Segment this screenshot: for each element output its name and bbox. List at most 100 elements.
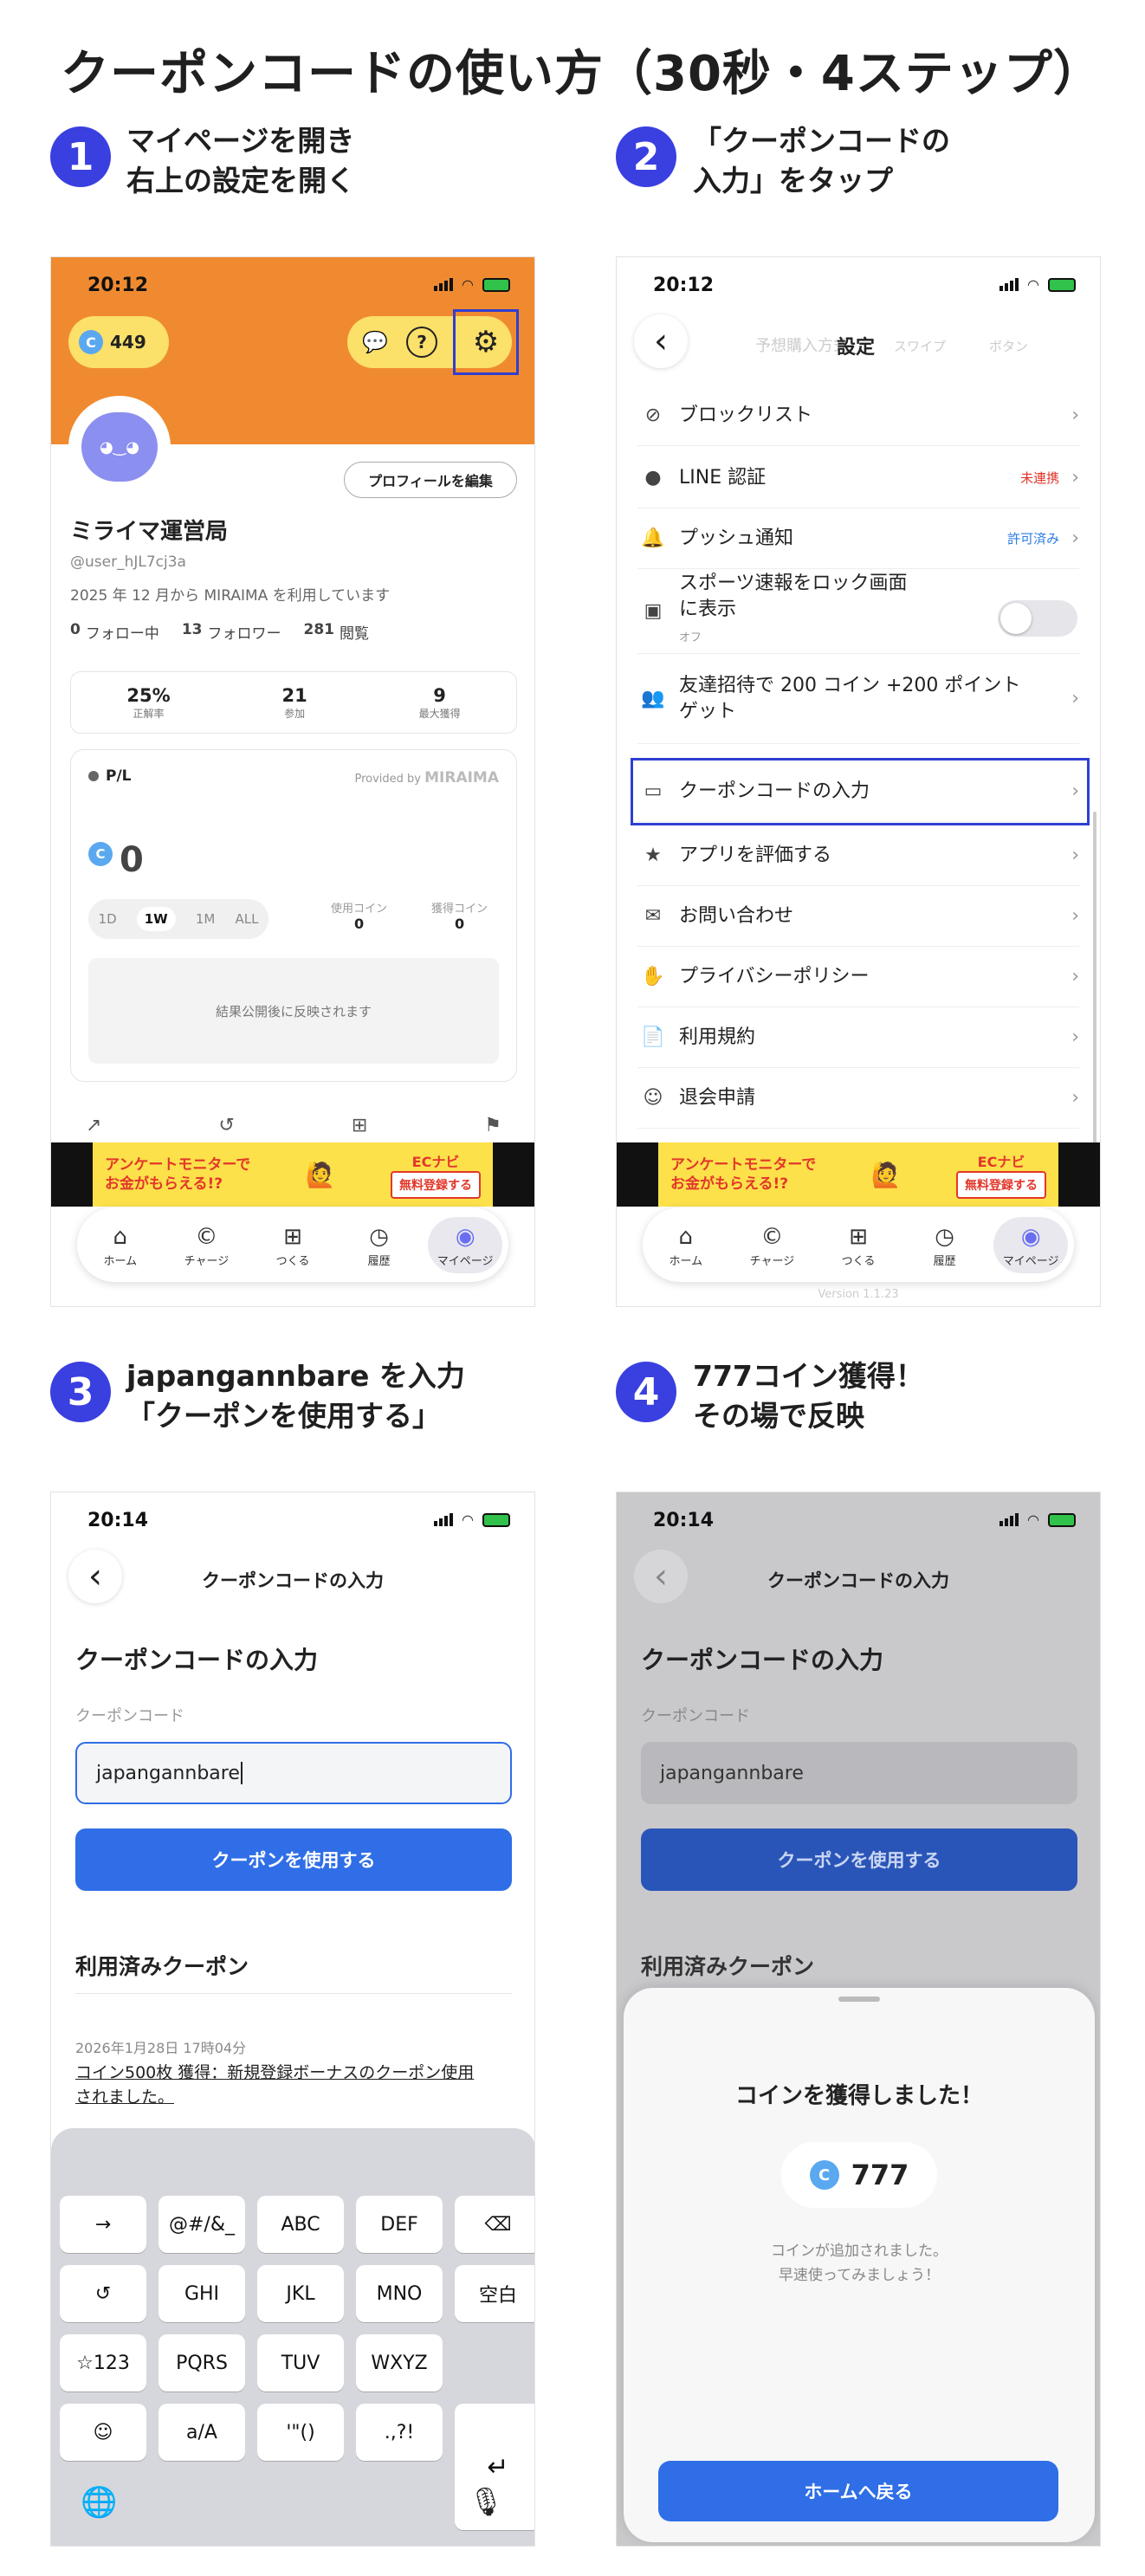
coupon-code-input[interactable]: japangannbare xyxy=(641,1742,1077,1804)
section-heading: クーポンコードの入力 xyxy=(641,1646,884,1674)
field-label: クーポンコード xyxy=(75,1707,184,1725)
earned-coins: 獲得コイン 0 xyxy=(431,903,488,932)
nav-mypage[interactable]: ◉ マイページ xyxy=(993,1216,1069,1273)
keyboard-key[interactable]: '"() xyxy=(257,2404,344,2461)
nav-mypage[interactable]: ◉ マイページ xyxy=(428,1216,503,1273)
status-icons: ◠ xyxy=(999,1511,1076,1528)
home-button[interactable]: ホームへ戻る xyxy=(658,2461,1058,2521)
mic-icon[interactable]: 🎙 xyxy=(469,2485,504,2518)
use-coupon-button[interactable]: クーポンを使用する xyxy=(641,1828,1077,1891)
coin-balance[interactable]: C 449 xyxy=(68,316,169,368)
keyboard-key[interactable]: GHI xyxy=(158,2265,245,2322)
chart-icon[interactable]: ↗ xyxy=(86,1115,101,1136)
pl-label: P/L xyxy=(106,767,132,785)
nav-home[interactable]: ⌂ ホーム xyxy=(649,1222,723,1268)
range-1w[interactable]: 1W xyxy=(136,907,176,931)
keyboard-key[interactable]: 空白 xyxy=(455,2265,534,2322)
back-button[interactable]: ‹ xyxy=(634,314,688,368)
step-1-text: マイページを開き 右上の設定を開く xyxy=(126,124,355,197)
ad-banner[interactable]: アンケートモニターで お金がもらえる!? 🙋 ECナビ 無料登録する xyxy=(51,1142,534,1207)
settings-row-9[interactable]: ✋ プライバシーポリシー › xyxy=(637,947,1079,1007)
nav-home[interactable]: ⌂ ホーム xyxy=(83,1222,158,1268)
gear-icon[interactable]: ⚙ xyxy=(453,309,519,375)
step-3-number: 3 xyxy=(50,1362,111,1422)
avatar[interactable]: ◕‿◕ xyxy=(68,396,171,498)
keyboard-key[interactable]: .,?! xyxy=(356,2404,443,2461)
plus-square-icon: ⊞ xyxy=(849,1223,868,1250)
ghost-mid: スワイプ xyxy=(894,339,947,354)
pl-coin-icon: C xyxy=(88,842,113,866)
settings-row-11[interactable]: ☺ 退会申請 › xyxy=(637,1068,1079,1129)
keyboard-key[interactable]: @#/&_ xyxy=(158,2196,245,2253)
keyboard-key[interactable]: ☆123 xyxy=(60,2334,146,2392)
bottom-nav: ⌂ ホーム © チャージ ⊞ つくる ◷ 履歴 ◉ マイページ xyxy=(643,1207,1074,1282)
settings-row-8[interactable]: ✉ お問い合わせ › xyxy=(637,886,1079,947)
help-icon[interactable]: ? xyxy=(406,327,437,358)
keyboard-key[interactable]: ⌫ xyxy=(455,2196,534,2253)
settings-row-1[interactable]: ⊘ ブロックリスト › xyxy=(637,385,1079,446)
nav-history[interactable]: ◷ 履歴 xyxy=(342,1222,417,1268)
range-all[interactable]: ALL xyxy=(235,911,258,927)
keyboard-key[interactable]: MNO xyxy=(356,2265,443,2322)
ad-banner[interactable]: アンケートモニターで お金がもらえる!? 🙋 ECナビ 無料登録する xyxy=(617,1142,1100,1207)
keyboard-key[interactable]: DEF xyxy=(356,2196,443,2253)
edit-profile-button[interactable]: プロフィールを編集 xyxy=(344,462,517,498)
range-1d[interactable]: 1D xyxy=(99,911,117,927)
nav-create[interactable]: ⊞ つくる xyxy=(821,1222,896,1268)
row-icon: ☺ xyxy=(643,1087,663,1109)
row-label: お問い合わせ xyxy=(679,904,794,927)
scrollbar[interactable] xyxy=(1093,812,1096,1149)
header-title: 設定 xyxy=(837,337,876,359)
row-label: ブロックリスト xyxy=(679,404,813,426)
settings-row-3[interactable]: 🔔 プッシュ通知 許可済み › xyxy=(637,508,1079,569)
nav-create[interactable]: ⊞ つくる xyxy=(256,1222,330,1268)
keyboard-key[interactable]: ABC xyxy=(257,2196,344,2253)
settings-row-5[interactable]: 👥 友達招待で 200 コイン +200 ポイント ゲット › xyxy=(637,654,1079,744)
settings-row-2[interactable]: ● LINE 認証 未連携 › xyxy=(637,448,1079,508)
nav-charge[interactable]: © チャージ xyxy=(169,1222,243,1268)
keyboard-key[interactable]: TUV xyxy=(257,2334,344,2392)
grid-icon[interactable]: ⊞ xyxy=(352,1115,367,1136)
bookmark-icon[interactable]: ⚑ xyxy=(484,1115,501,1136)
coin-charge-icon: © xyxy=(760,1223,784,1250)
status-icons: ◠ xyxy=(999,276,1076,293)
keyboard-key[interactable]: → xyxy=(60,2196,146,2253)
coupon-code-input[interactable]: japangannbare xyxy=(75,1742,512,1804)
nav-history[interactable]: ◷ 履歴 xyxy=(908,1222,982,1268)
status-time: 20:14 xyxy=(653,1510,715,1531)
lock-screen-toggle[interactable] xyxy=(998,600,1077,637)
settings-row-7[interactable]: ★ アプリを評価する › xyxy=(637,825,1079,886)
keyboard-key[interactable]: ↺ xyxy=(60,2265,146,2322)
modal-note: コインが追加されました。 早速使ってみましょう！ xyxy=(771,2243,948,2284)
user-handle: @user_hJL7cj3a xyxy=(70,553,186,571)
plus-square-icon: ⊞ xyxy=(283,1223,302,1250)
used-coupons-heading: 利用済みクーポン xyxy=(75,1954,249,1979)
row-icon: 👥 xyxy=(641,688,665,709)
nav-charge[interactable]: © チャージ xyxy=(734,1222,809,1268)
row-icon: ✉ xyxy=(644,905,662,927)
keyboard-key[interactable]: WXYZ xyxy=(356,2334,443,2392)
history-icon[interactable]: ↺ xyxy=(218,1115,234,1136)
chevron-right-icon: › xyxy=(1071,966,1079,987)
row-label: 友達招待で 200 コイン +200 ポイント ゲット xyxy=(679,674,1021,722)
used-coupon-date: 2026年1月28日 17時04分 xyxy=(75,2040,247,2056)
row-icon: ⊘ xyxy=(644,405,662,426)
coin-icon: C xyxy=(79,330,103,354)
clock-icon: ◷ xyxy=(935,1223,954,1250)
modal-title: コインを獲得しました！ xyxy=(734,2083,983,2109)
keyboard-key[interactable]: ☺ xyxy=(60,2404,146,2461)
chevron-right-icon: › xyxy=(1071,1087,1079,1109)
section-heading: クーポンコードの入力 xyxy=(75,1646,319,1674)
row-status: 未連携 xyxy=(1020,470,1060,486)
use-coupon-button[interactable]: クーポンを使用する xyxy=(75,1828,512,1891)
globe-icon[interactable]: 🌐 xyxy=(81,2485,117,2520)
clock-icon: ◷ xyxy=(369,1223,389,1250)
range-1m[interactable]: 1M xyxy=(196,911,216,927)
field-label: クーポンコード xyxy=(641,1707,750,1725)
settings-row-10[interactable]: 📄 利用規約 › xyxy=(637,1007,1079,1068)
keyboard-key[interactable]: a/A xyxy=(158,2404,245,2461)
chat-icon[interactable]: 💬 xyxy=(356,323,394,361)
keyboard-key[interactable]: PQRS xyxy=(158,2334,245,2392)
keyboard-key[interactable]: JKL xyxy=(257,2265,344,2322)
drag-handle[interactable] xyxy=(838,1997,880,2002)
